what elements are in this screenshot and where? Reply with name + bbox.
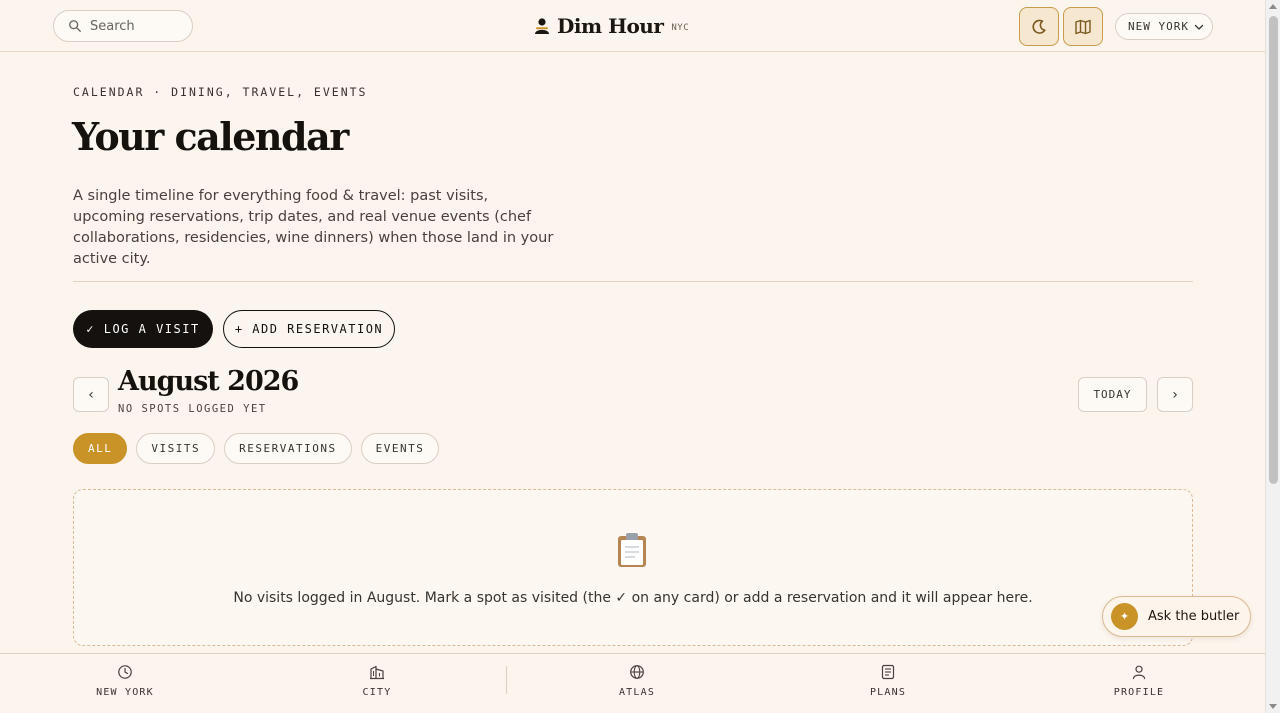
bottom-nav-label: NEW YORK: [96, 687, 154, 698]
empty-state-card: No visits logged in August. Mark a spot …: [73, 489, 1193, 646]
section-divider: [73, 281, 1193, 282]
map-view-button[interactable]: [1063, 7, 1103, 46]
search-placeholder: Search: [90, 18, 135, 34]
brand-logo-link[interactable]: Dim Hour NYC: [533, 12, 689, 40]
person-icon: [1132, 665, 1146, 680]
sparkle-icon: ✦: [1111, 603, 1138, 630]
filter-chip-all[interactable]: ALL: [73, 433, 128, 464]
ask-butler-label: Ask the butler: [1148, 609, 1240, 624]
notes-icon: [881, 664, 895, 680]
bottom-nav-city[interactable]: CITY: [297, 654, 457, 713]
add-reservation-button[interactable]: + ADD RESERVATION: [223, 310, 395, 348]
bottom-nav: NEW YORK CITY ATLAS PLANS PROFILE: [0, 653, 1265, 713]
scrollbar[interactable]: [1265, 0, 1280, 713]
filter-chips: ALL VISITS RESERVATIONS EVENTS: [73, 433, 440, 464]
bottom-nav-profile[interactable]: PROFILE: [1059, 654, 1219, 713]
top-bar: Search Dim Hour NYC NEW YORK: [0, 0, 1265, 52]
buildings-icon: [370, 665, 384, 680]
filter-chip-visits[interactable]: VISITS: [136, 433, 216, 464]
bottom-nav-label: ATLAS: [618, 687, 656, 698]
log-visit-button[interactable]: ✓ LOG A VISIT: [73, 310, 213, 348]
bottom-nav-label: PLANS: [869, 687, 907, 698]
page-title: Your calendar: [72, 114, 349, 159]
map-icon: [1075, 19, 1091, 34]
month-title: August 2026: [118, 366, 299, 397]
scroll-down-arrow[interactable]: [1269, 704, 1277, 709]
bottom-nav-separator: [506, 666, 507, 694]
moon-icon: [1032, 19, 1046, 34]
bottom-nav-label: PROFILE: [1113, 687, 1165, 698]
search-icon: [69, 20, 81, 32]
search-input[interactable]: Search: [53, 10, 193, 42]
previous-month-button[interactable]: ‹: [73, 377, 109, 412]
bottom-nav-plans[interactable]: PLANS: [808, 654, 968, 713]
scroll-up-arrow[interactable]: [1269, 4, 1277, 9]
page-intro: A single timeline for everything food & …: [73, 188, 554, 267]
brand-city-badge: NYC: [671, 22, 690, 33]
empty-state-text: No visits logged in August. Mark a spot …: [233, 590, 1033, 606]
dark-mode-toggle[interactable]: [1019, 7, 1059, 46]
bottom-nav-new-york[interactable]: NEW YORK: [45, 654, 205, 713]
city-select[interactable]: NEW YORK: [1115, 13, 1213, 40]
brand-name: Dim Hour: [557, 14, 664, 38]
clock-icon: [118, 665, 132, 679]
scrollbar-thumb[interactable]: [1269, 16, 1278, 484]
page-eyebrow: CALENDAR · DINING, TRAVEL, EVENTS: [73, 85, 368, 99]
city-select-value: NEW YORK: [1128, 20, 1189, 33]
month-subtitle: NO SPOTS LOGGED YET: [118, 403, 267, 415]
person-logo-icon: [535, 18, 549, 34]
chevron-down-icon: [1194, 24, 1204, 30]
globe-icon: [630, 665, 644, 679]
filter-chip-reservations[interactable]: RESERVATIONS: [224, 433, 352, 464]
bottom-nav-label: CITY: [362, 687, 392, 698]
clipboard-icon: [618, 533, 646, 567]
ask-butler-button[interactable]: ✦ Ask the butler: [1102, 596, 1251, 637]
bottom-nav-atlas[interactable]: ATLAS: [557, 654, 717, 713]
today-button[interactable]: TODAY: [1078, 377, 1147, 412]
next-month-button[interactable]: ›: [1157, 377, 1193, 412]
filter-chip-events[interactable]: EVENTS: [360, 433, 440, 464]
